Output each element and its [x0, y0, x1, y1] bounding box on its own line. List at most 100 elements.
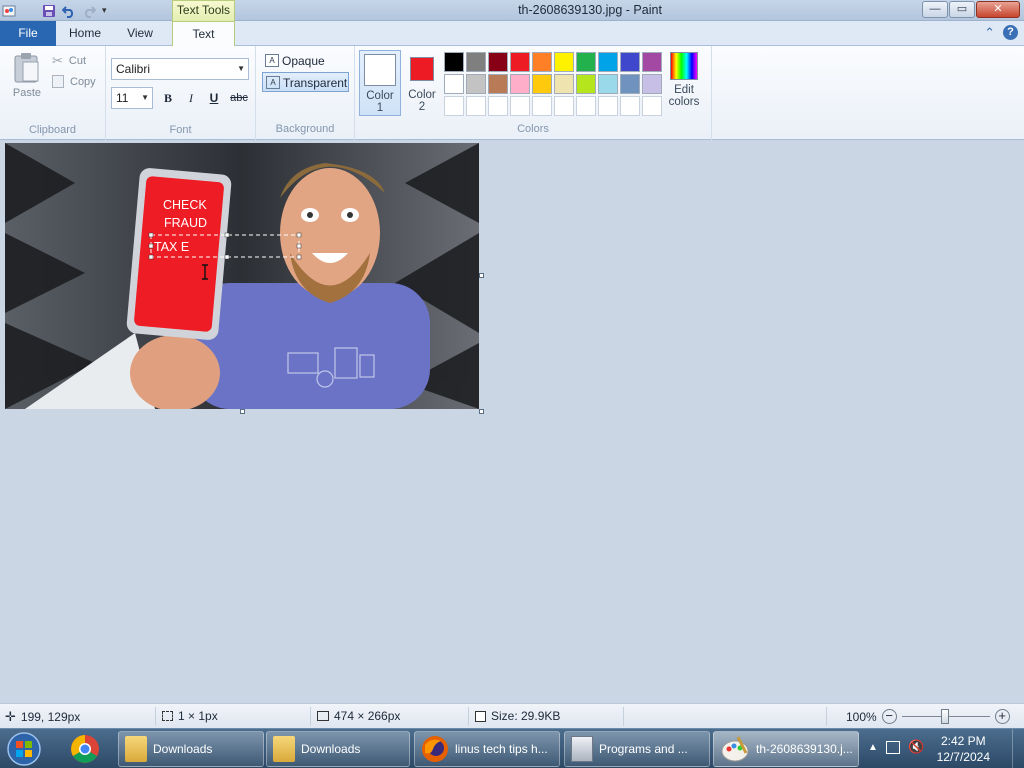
resize-handle-right[interactable]: [479, 273, 484, 278]
resize-handle-bottom[interactable]: [240, 409, 245, 414]
minimize-button[interactable]: —: [922, 1, 948, 18]
show-hidden-icons-icon[interactable]: ▲: [868, 742, 878, 753]
taskbar-item-label: Downloads: [153, 742, 213, 756]
italic-button[interactable]: I: [181, 88, 201, 108]
tab-view[interactable]: View: [114, 21, 166, 46]
palette-swatch[interactable]: [576, 74, 596, 94]
taskbar: Downloads Downloads linus tech tips h...…: [0, 728, 1024, 768]
maximize-button[interactable]: ▭: [949, 1, 975, 18]
color-2-label: Color: [408, 89, 436, 101]
custom-color-slot[interactable]: [576, 96, 596, 116]
palette-swatch[interactable]: [444, 52, 464, 72]
clock[interactable]: 2:42 PM 12/7/2024: [937, 733, 990, 765]
custom-color-slot[interactable]: [598, 96, 618, 116]
clock-date: 12/7/2024: [936, 750, 990, 764]
custom-color-slot[interactable]: [642, 96, 662, 116]
palette-swatch[interactable]: [444, 74, 464, 94]
palette-swatch[interactable]: [466, 74, 486, 94]
canvas-area[interactable]: CHECK FRAUD TAX E: [0, 140, 1024, 703]
volume-muted-icon[interactable]: 🔇: [908, 739, 924, 755]
color-wheel-icon: [670, 52, 698, 80]
tab-text[interactable]: Text: [172, 21, 235, 47]
palette-swatch[interactable]: [642, 52, 662, 72]
minimize-ribbon-icon[interactable]: ⌃: [984, 25, 995, 41]
ribbon-help-area: ⌃ ?: [984, 25, 1018, 41]
taskbar-item-programs[interactable]: Programs and ...: [564, 731, 710, 767]
help-icon[interactable]: ?: [1003, 25, 1018, 40]
custom-color-slot[interactable]: [488, 96, 508, 116]
show-desktop-button[interactable]: [1012, 729, 1024, 768]
zoom-controls: 100% − +: [846, 709, 1010, 724]
opaque-option[interactable]: A Opaque: [262, 51, 348, 71]
palette-swatch[interactable]: [488, 74, 508, 94]
palette-swatch[interactable]: [510, 74, 530, 94]
resize-handle-corner[interactable]: [479, 409, 484, 414]
custom-color-slot[interactable]: [510, 96, 530, 116]
palette-swatch[interactable]: [532, 74, 552, 94]
clock-time: 2:42 PM: [940, 734, 986, 748]
font-size-select[interactable]: 11 ▼: [111, 87, 153, 109]
zoom-out-icon[interactable]: −: [881, 709, 897, 724]
taskbar-item-firefox[interactable]: linus tech tips h...: [414, 731, 560, 767]
custom-color-slot[interactable]: [532, 96, 552, 116]
file-size-value: Size: 29.9KB: [491, 709, 561, 723]
color-2-number: 2: [418, 101, 426, 113]
paste-icon: [14, 53, 39, 83]
taskbar-item-label: Programs and ...: [599, 742, 688, 756]
zoom-in-icon[interactable]: +: [994, 709, 1010, 724]
close-button[interactable]: ✕: [976, 1, 1020, 18]
palette-swatch[interactable]: [488, 52, 508, 72]
custom-color-slot[interactable]: [620, 96, 640, 116]
cut-button[interactable]: ✂ Cut: [52, 53, 86, 69]
color-2-selector[interactable]: Color 2: [403, 50, 441, 116]
palette-swatch[interactable]: [620, 74, 640, 94]
palette-swatch[interactable]: [510, 52, 530, 72]
image-canvas[interactable]: CHECK FRAUD TAX E: [5, 143, 479, 409]
palette-swatch[interactable]: [554, 52, 574, 72]
edit-colors-button[interactable]: Edit colors: [664, 52, 704, 108]
colors-group-label: Colors: [517, 123, 549, 135]
font-group-label: Font: [169, 124, 192, 136]
custom-color-slot[interactable]: [444, 96, 464, 116]
palette-swatch[interactable]: [466, 52, 486, 72]
palette-swatch[interactable]: [620, 52, 640, 72]
copy-icon: [52, 75, 64, 88]
paste-button[interactable]: Paste: [8, 52, 46, 99]
palette-swatch[interactable]: [598, 74, 618, 94]
status-bar: ✛ 199, 129px 1 × 1px 474 × 266px Size: 2…: [0, 703, 1024, 728]
bold-button[interactable]: B: [158, 88, 178, 108]
zoom-slider[interactable]: [901, 709, 990, 724]
palette-swatch[interactable]: [554, 74, 574, 94]
start-button[interactable]: [4, 731, 48, 767]
zoom-slider-thumb[interactable]: [940, 709, 949, 724]
network-icon[interactable]: [886, 741, 900, 754]
copy-button[interactable]: Copy: [52, 75, 96, 88]
taskbar-item-downloads-2[interactable]: Downloads: [266, 731, 410, 767]
selection-size: 1 × 1px: [162, 709, 218, 723]
system-tray: ▲ 🔇 2:42 PM 12/7/2024: [864, 729, 1024, 768]
chrome-icon: [71, 735, 99, 763]
window-controls: — ▭ ✕: [922, 1, 1020, 18]
chrome-taskbar-button[interactable]: [62, 731, 108, 767]
taskbar-item-paint[interactable]: th-2608639130.j...: [713, 731, 859, 767]
tab-home[interactable]: Home: [57, 21, 113, 46]
taskbar-item-downloads-1[interactable]: Downloads: [118, 731, 264, 767]
color-1-selector[interactable]: Color 1: [359, 50, 401, 116]
transparent-icon: A: [266, 76, 280, 89]
strikethrough-button[interactable]: abc: [227, 88, 251, 108]
cursor-position-value: 199, 129px: [20, 710, 81, 724]
palette-swatch[interactable]: [532, 52, 552, 72]
palette-swatch[interactable]: [598, 52, 618, 72]
tab-file[interactable]: File: [0, 21, 56, 46]
crosshair-icon: ✛: [5, 709, 16, 724]
text-box-input[interactable]: TAX E: [154, 240, 189, 254]
custom-color-slot[interactable]: [466, 96, 486, 116]
image-size: 474 × 266px: [317, 709, 400, 723]
palette-swatch[interactable]: [642, 74, 662, 94]
custom-color-slot[interactable]: [554, 96, 574, 116]
underline-button[interactable]: U: [204, 88, 224, 108]
transparent-option[interactable]: A Transparent: [262, 72, 349, 92]
font-family-select[interactable]: Calibri ▼: [111, 58, 249, 80]
taskbar-item-label: Downloads: [301, 742, 361, 756]
palette-swatch[interactable]: [576, 52, 596, 72]
